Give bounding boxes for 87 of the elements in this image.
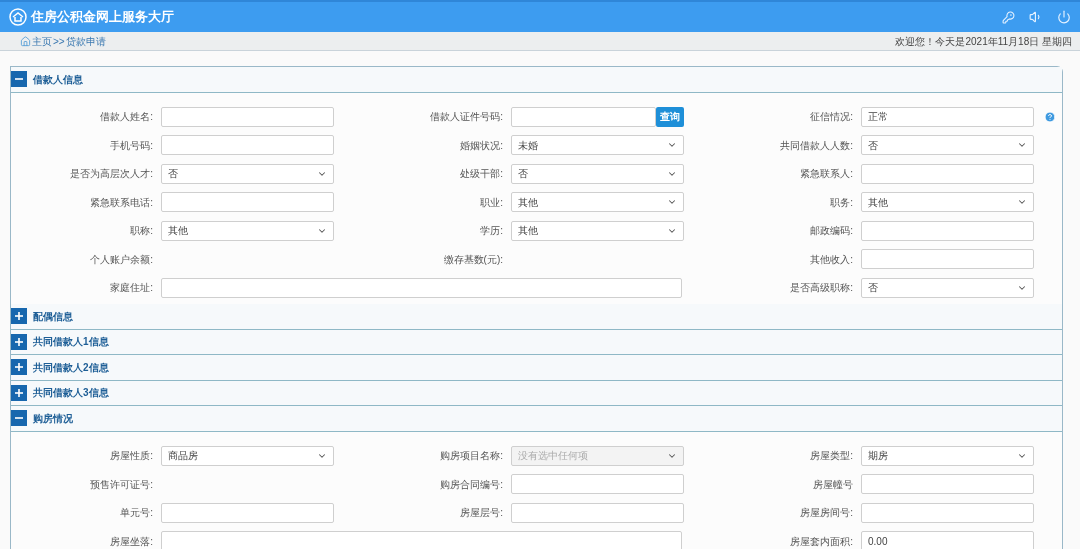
collapse-icon[interactable] xyxy=(11,71,27,88)
field-label: 其他收入: xyxy=(810,252,853,267)
section-title: 购房情况 xyxy=(33,411,73,426)
field-label: 学历: xyxy=(480,224,503,239)
home-icon[interactable] xyxy=(20,35,31,47)
field-label: 职业: xyxy=(480,195,503,210)
text-field[interactable] xyxy=(161,135,334,156)
field-label: 共同借款人人数: xyxy=(780,138,853,153)
section-header[interactable]: 共同借款人2信息 xyxy=(11,355,1062,381)
field-label: 购房合同编号: xyxy=(440,477,503,492)
select-field[interactable]: 其他 xyxy=(861,192,1034,213)
field-label: 是否为高层次人才: xyxy=(70,167,153,182)
select-field[interactable]: 否 xyxy=(511,163,684,184)
text-field[interactable] xyxy=(511,502,684,523)
text-field[interactable] xyxy=(161,531,682,549)
text-field[interactable] xyxy=(161,502,334,523)
text-field[interactable]: 0.00 xyxy=(861,531,1034,549)
expand-icon[interactable] xyxy=(11,308,27,325)
select-field[interactable]: 否 xyxy=(861,135,1034,156)
text-field[interactable] xyxy=(861,474,1034,495)
field-label: 缴存基数(元): xyxy=(443,252,503,267)
section-title: 配偶信息 xyxy=(33,309,73,324)
key-icon[interactable] xyxy=(1002,10,1015,24)
select-field[interactable]: 商品房 xyxy=(161,445,334,466)
text-field[interactable] xyxy=(511,106,656,127)
text-field[interactable] xyxy=(161,277,682,298)
text-field[interactable] xyxy=(161,192,334,213)
text-field[interactable] xyxy=(161,106,334,127)
section-header[interactable]: 借款人信息 xyxy=(11,67,1062,93)
select-field[interactable]: 否 xyxy=(161,163,334,184)
select-field[interactable]: 期房 xyxy=(861,445,1034,466)
field-label: 职称: xyxy=(130,224,153,239)
query-button[interactable]: 查询 xyxy=(656,106,684,127)
section-title: 借款人信息 xyxy=(33,72,83,87)
section-title: 共同借款人2信息 xyxy=(33,360,109,375)
help-icon[interactable] xyxy=(1044,110,1056,123)
greeting-text: 欢迎您！今天是2021年11月18日 星期四 xyxy=(895,34,1072,49)
section-title: 共同借款人3信息 xyxy=(33,386,109,401)
app-title: 住房公积金网上服务大厅 xyxy=(31,8,174,27)
text-field[interactable] xyxy=(861,220,1034,241)
logo-icon xyxy=(9,8,27,26)
select-field[interactable]: 其他 xyxy=(161,220,334,241)
text-field[interactable] xyxy=(511,474,684,495)
field-label: 征信情况: xyxy=(810,110,853,125)
field-label: 是否高级职称: xyxy=(790,281,853,296)
section-title: 共同借款人1信息 xyxy=(33,335,109,350)
field-label: 单元号: xyxy=(120,506,153,521)
breadcrumb-separator: >> xyxy=(53,34,65,49)
field-label: 房屋坐落: xyxy=(110,534,153,549)
field-label: 婚姻状况: xyxy=(460,138,503,153)
field-label: 房屋类型: xyxy=(810,449,853,464)
expand-icon[interactable] xyxy=(11,359,27,376)
text-field[interactable] xyxy=(861,249,1034,270)
expand-icon[interactable] xyxy=(11,384,27,401)
text-field[interactable] xyxy=(861,502,1034,523)
section-header[interactable]: 购房情况 xyxy=(11,406,1062,432)
field-label: 个人账户余额: xyxy=(90,252,153,267)
text-field[interactable]: 正常 xyxy=(861,106,1034,127)
field-label: 家庭住址: xyxy=(110,281,153,296)
field-label: 借款人姓名: xyxy=(100,110,153,125)
home-link[interactable]: 主页 xyxy=(32,33,52,49)
section-header[interactable]: 共同借款人1信息 xyxy=(11,329,1062,355)
field-label: 借款人证件号码: xyxy=(430,110,503,125)
select-field[interactable]: 未婚 xyxy=(511,135,684,156)
field-label: 紧急联系人: xyxy=(800,167,853,182)
field-label: 邮政编码: xyxy=(810,224,853,239)
power-icon[interactable] xyxy=(1057,10,1071,24)
field-label: 处级干部: xyxy=(460,167,503,182)
field-label: 房屋性质: xyxy=(110,449,153,464)
expand-icon[interactable] xyxy=(11,333,27,350)
field-label: 职务: xyxy=(830,195,853,210)
current-page-link[interactable]: 贷款申请 xyxy=(65,33,106,49)
field-label: 房屋幢号 xyxy=(813,477,853,492)
field-label: 房屋套内面积: xyxy=(790,534,853,549)
section-header[interactable]: 共同借款人3信息 xyxy=(11,380,1062,406)
field-label: 紧急联系电话: xyxy=(90,195,153,210)
collapse-icon[interactable] xyxy=(11,410,27,427)
field-label: 预售许可证号: xyxy=(90,477,153,492)
field-label: 房屋房间号: xyxy=(800,506,853,521)
field-label: 房屋层号: xyxy=(460,506,503,521)
select-field[interactable]: 否 xyxy=(861,277,1034,298)
section-header[interactable]: 配偶信息 xyxy=(11,304,1062,330)
select-field[interactable]: 其他 xyxy=(511,192,684,213)
text-field[interactable] xyxy=(861,163,1034,184)
field-label: 购房项目名称: xyxy=(440,449,503,464)
select-field[interactable]: 其他 xyxy=(511,220,684,241)
field-label: 手机号码: xyxy=(110,138,153,153)
